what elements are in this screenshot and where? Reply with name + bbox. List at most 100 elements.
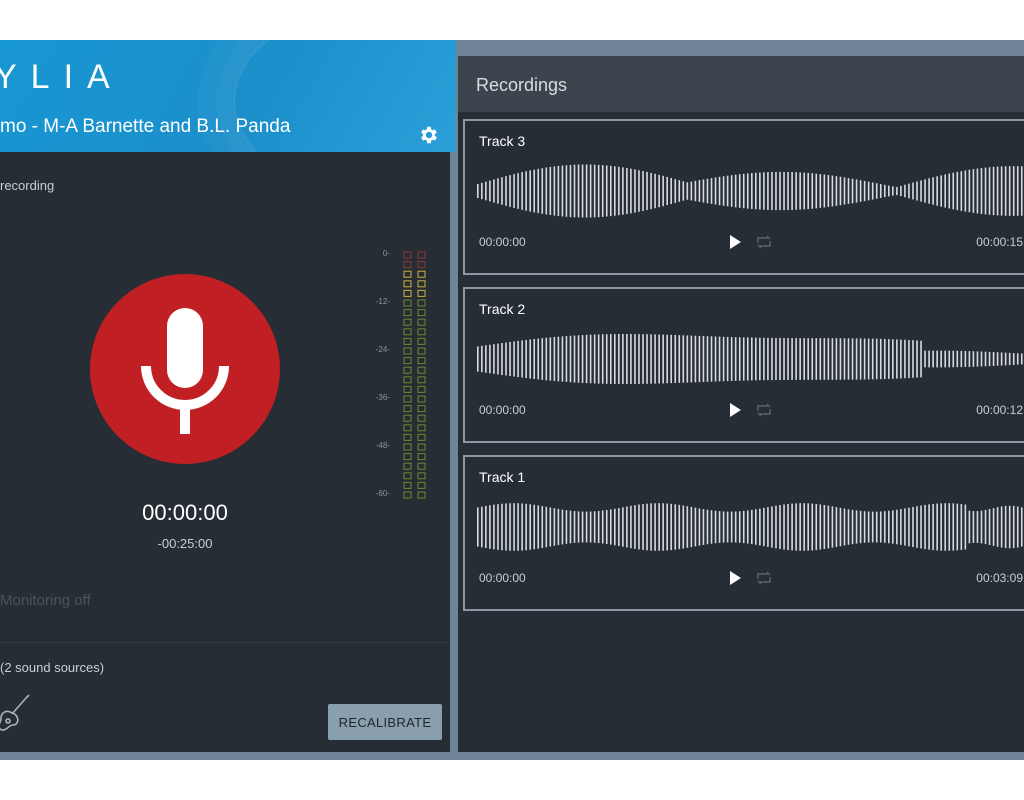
waveform-bar xyxy=(811,503,814,551)
waveform-bar xyxy=(734,174,737,208)
record-button[interactable] xyxy=(90,274,280,464)
waveform-bar xyxy=(710,510,713,544)
track-waveform[interactable] xyxy=(477,497,1024,557)
waveform-bar xyxy=(879,338,882,380)
waveform-bar xyxy=(650,503,652,551)
waveform-bar xyxy=(577,511,580,543)
track-waveform[interactable] xyxy=(477,329,1024,389)
gear-icon[interactable] xyxy=(418,124,440,146)
waveform-bar xyxy=(730,511,733,543)
waveform-bar xyxy=(835,507,838,547)
meter-segment xyxy=(403,299,412,307)
loop-button[interactable] xyxy=(755,234,773,250)
waveform-bar xyxy=(710,336,713,382)
waveform-bar xyxy=(537,338,540,380)
track-start-time: 00:00:00 xyxy=(479,571,526,585)
waveform-bar xyxy=(896,186,898,196)
waveform-bar xyxy=(545,337,548,381)
waveform-bar xyxy=(605,509,608,544)
track-start-time: 00:00:00 xyxy=(479,403,526,417)
waveform-bar xyxy=(932,177,934,205)
track-item[interactable]: Track 3 00:00:00 00:00:15 xyxy=(463,119,1024,275)
waveform-bar xyxy=(968,351,971,367)
track-item[interactable]: Track 2 00:00:00 00:00:12 xyxy=(463,287,1024,443)
waveform-bar xyxy=(477,507,479,547)
waveform-bar xyxy=(605,165,608,217)
track-name: Track 3 xyxy=(479,133,526,149)
waveform-bar xyxy=(956,503,959,551)
waveform-bar xyxy=(517,503,519,551)
loop-button[interactable] xyxy=(755,402,773,418)
waveform-bar xyxy=(892,510,894,544)
waveform-bar xyxy=(521,503,523,551)
waveform-bar xyxy=(944,350,947,368)
waveform-bar xyxy=(501,177,503,205)
waveform-bar xyxy=(755,509,757,545)
session-title: mo - M-A Barnette and B.L. Panda xyxy=(0,116,291,137)
play-button[interactable] xyxy=(727,570,743,586)
waveform-bar xyxy=(690,335,693,383)
waveform-bar xyxy=(791,172,793,210)
waveform-bar xyxy=(573,335,576,383)
waveform-bar xyxy=(658,334,660,384)
loop-button[interactable] xyxy=(755,570,773,586)
app-logo: YLIA xyxy=(0,58,124,96)
waveform-bar xyxy=(859,180,862,202)
waveform-bar xyxy=(867,338,870,380)
play-button[interactable] xyxy=(727,402,743,418)
waveform-bar xyxy=(678,180,681,202)
session-header: YLIA mo - M-A Barnette and B.L. Panda xyxy=(0,40,456,152)
waveform-bar xyxy=(634,169,636,213)
meter-segment xyxy=(403,251,412,259)
waveform-bar xyxy=(517,173,519,209)
waveform-bar xyxy=(746,173,749,209)
waveform-bar xyxy=(763,172,765,210)
waveform-bar xyxy=(742,173,745,209)
meter-segment xyxy=(403,289,412,297)
waveform-bar xyxy=(718,336,721,382)
track-waveform[interactable] xyxy=(477,161,1024,221)
waveform-bar xyxy=(489,344,491,374)
waveform-bar xyxy=(525,339,527,379)
waveform-bar xyxy=(835,338,838,380)
waveform-bar xyxy=(541,338,544,380)
app-window: YLIA mo - M-A Barnette and B.L. Panda re… xyxy=(0,40,1024,760)
waveform-bar xyxy=(960,504,963,550)
waveform-bar xyxy=(751,173,753,209)
guitar-icon[interactable] xyxy=(0,692,30,732)
waveform-bar xyxy=(827,175,830,207)
play-button[interactable] xyxy=(727,234,743,250)
waveform-bar xyxy=(589,511,592,543)
waveform-bar xyxy=(686,182,689,200)
waveform-bar xyxy=(992,166,995,216)
waveform-bar xyxy=(855,338,858,380)
waveform-bar xyxy=(851,338,854,380)
waveform-bar xyxy=(948,503,951,551)
waveform-bar xyxy=(569,164,572,218)
monitoring-status[interactable]: Monitoring off xyxy=(0,592,91,609)
waveform-bar xyxy=(928,178,930,204)
waveform-bar xyxy=(549,507,552,547)
waveform-bar xyxy=(932,350,934,368)
waveform-bar xyxy=(513,341,515,377)
recalibrate-button[interactable]: RECALIBRATE xyxy=(328,704,442,740)
waveform-bar xyxy=(759,508,761,546)
track-item[interactable]: Track 1 00:00:00 00:03:09 xyxy=(463,455,1024,611)
waveform-bar xyxy=(497,504,499,550)
waveform-bar xyxy=(565,510,568,544)
waveform-bar xyxy=(557,508,560,546)
waveform-bar xyxy=(1000,506,1003,548)
meter-segment xyxy=(403,395,412,403)
meter-segment xyxy=(403,414,412,422)
waveform-bar xyxy=(489,505,491,549)
waveform-bar xyxy=(851,509,854,545)
waveform-bar xyxy=(1008,166,1011,216)
waveform-bar xyxy=(722,336,725,382)
waveform-bar xyxy=(964,350,967,368)
meter-segment xyxy=(417,491,426,499)
waveform-bar xyxy=(783,504,785,550)
meter-segment xyxy=(403,385,412,393)
waveform-bar xyxy=(722,176,725,206)
waveform-bar xyxy=(489,180,491,202)
waveform-bar xyxy=(630,168,632,214)
